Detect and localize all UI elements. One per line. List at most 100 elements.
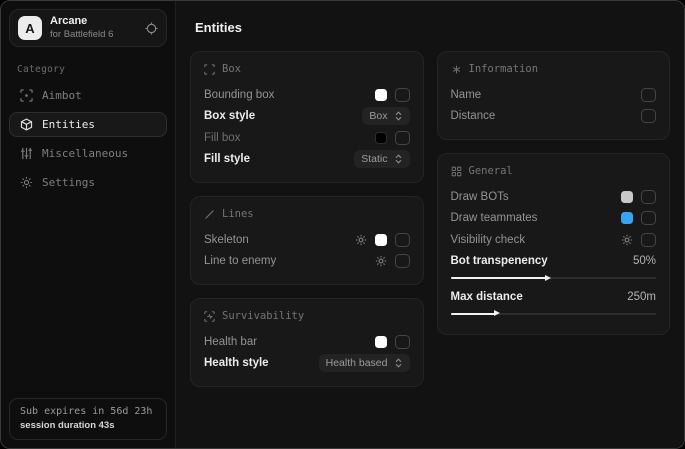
max-distance-value: 250m <box>627 291 656 303</box>
gear-icon <box>20 176 33 189</box>
box-style-label: Box style <box>204 110 255 122</box>
information-icon <box>451 64 462 75</box>
information-card: Information Name Distance <box>437 51 671 140</box>
sidebar-item-entities[interactable]: Entities <box>9 112 167 137</box>
sidebar-item-miscellaneous[interactable]: Miscellaneous <box>9 141 167 166</box>
draw-bots-row: Draw BOTs <box>451 186 657 208</box>
box-style-dropdown[interactable]: Box <box>362 107 409 125</box>
right-column: Information Name Distance <box>437 51 671 387</box>
fill-box-label: Fill box <box>204 132 240 144</box>
box-style-row: Box style Box <box>204 106 410 128</box>
section-title: General <box>469 165 513 177</box>
bounding-box-row: Bounding box <box>204 84 410 106</box>
skeleton-color-swatch[interactable] <box>375 234 387 246</box>
app-window: A Arcane for Battlefield 6 Category <box>0 0 685 449</box>
bounding-box-color-swatch[interactable] <box>375 89 387 101</box>
health-bar-row: Health bar <box>204 331 410 353</box>
chevron-up-down-icon <box>394 154 403 164</box>
line-to-enemy-row: Line to enemy <box>204 251 410 273</box>
chevron-up-down-icon <box>394 358 403 368</box>
brand-subtitle: for Battlefield 6 <box>50 29 113 41</box>
bounding-box-label: Bounding box <box>204 89 274 101</box>
general-card: General Draw BOTs Draw teammates <box>437 153 671 335</box>
sidebar-item-label: Settings <box>42 176 95 189</box>
left-column: Box Bounding box Box style Box <box>190 51 424 387</box>
sidebar: A Arcane for Battlefield 6 Category <box>1 1 176 448</box>
chevron-up-down-icon <box>394 111 403 121</box>
session-duration-text: session duration 43s <box>20 420 156 431</box>
name-label: Name <box>451 89 482 101</box>
main-content: Entities Box Bounding box <box>176 1 684 448</box>
health-style-dropdown[interactable]: Health based <box>319 354 410 372</box>
bot-transparency-label: Bot transpenency <box>451 255 548 267</box>
section-title: Box <box>222 63 241 75</box>
sub-expiry-text: Sub expires in 56d 23h <box>20 406 156 417</box>
draw-bots-label: Draw BOTs <box>451 191 509 203</box>
bot-transparency-slider[interactable] <box>451 277 657 279</box>
sidebar-item-label: Entities <box>42 118 95 131</box>
sidebar-item-label: Miscellaneous <box>42 147 128 160</box>
brand-logo: A <box>18 16 42 40</box>
survivability-card: Survivability Health bar Health style He… <box>190 298 424 387</box>
max-distance-row: Max distance 250m <box>451 286 657 308</box>
sidebar-item-aimbot[interactable]: Aimbot <box>9 83 167 108</box>
line-icon <box>204 209 215 220</box>
bot-transparency-row: Bot transpenency 50% <box>451 251 657 273</box>
box-icon <box>204 64 215 75</box>
draw-teammates-row: Draw teammates <box>451 208 657 230</box>
entities-icon <box>20 118 33 131</box>
max-distance-slider[interactable] <box>451 313 657 315</box>
health-bar-checkbox[interactable] <box>395 335 410 349</box>
visibility-check-label: Visibility check <box>451 234 526 246</box>
bot-transparency-value: 50% <box>633 255 656 267</box>
health-bar-label: Health bar <box>204 336 257 348</box>
skeleton-row: Skeleton <box>204 229 410 251</box>
line-to-enemy-settings-icon[interactable] <box>375 255 387 267</box>
draw-bots-checkbox[interactable] <box>641 190 656 204</box>
fill-style-row: Fill style Static <box>204 149 410 171</box>
visibility-check-checkbox[interactable] <box>641 233 656 247</box>
crosshair-icon[interactable] <box>145 22 158 35</box>
distance-row: Distance <box>451 106 657 128</box>
bounding-box-checkbox[interactable] <box>395 88 410 102</box>
sidebar-item-settings[interactable]: Settings <box>9 170 167 195</box>
aimbot-icon <box>20 89 33 102</box>
skeleton-settings-icon[interactable] <box>355 234 367 246</box>
section-title: Lines <box>222 208 254 220</box>
name-checkbox[interactable] <box>641 88 656 102</box>
distance-checkbox[interactable] <box>641 109 656 123</box>
draw-bots-color-swatch[interactable] <box>621 191 633 203</box>
visibility-check-row: Visibility check <box>451 229 657 251</box>
slider-fill <box>451 313 496 315</box>
line-to-enemy-label: Line to enemy <box>204 255 276 267</box>
visibility-check-settings-icon[interactable] <box>621 234 633 246</box>
slider-fill <box>451 277 548 279</box>
health-style-label: Health style <box>204 357 269 369</box>
survivability-icon <box>204 311 215 322</box>
subscription-info: Sub expires in 56d 23h session duration … <box>9 398 167 440</box>
draw-teammates-color-swatch[interactable] <box>621 212 633 224</box>
draw-teammates-checkbox[interactable] <box>641 211 656 225</box>
fill-style-label: Fill style <box>204 153 250 165</box>
brand-card: A Arcane for Battlefield 6 <box>9 9 167 47</box>
name-row: Name <box>451 84 657 106</box>
skeleton-checkbox[interactable] <box>395 233 410 247</box>
section-title: Information <box>469 63 539 75</box>
distance-label: Distance <box>451 110 496 122</box>
fill-box-row: Fill box <box>204 127 410 149</box>
skeleton-label: Skeleton <box>204 234 249 246</box>
health-bar-color-swatch[interactable] <box>375 336 387 348</box>
max-distance-label: Max distance <box>451 291 523 303</box>
sliders-icon <box>20 147 33 160</box>
sidebar-item-label: Aimbot <box>42 89 82 102</box>
brand-name: Arcane <box>50 15 113 29</box>
fill-box-checkbox[interactable] <box>395 131 410 145</box>
sidebar-nav: Aimbot Entities Miscellaneous <box>9 83 167 195</box>
page-title: Entities <box>195 20 670 35</box>
box-card: Box Bounding box Box style Box <box>190 51 424 183</box>
fill-style-dropdown[interactable]: Static <box>354 150 409 168</box>
section-title: Survivability <box>222 310 304 322</box>
line-to-enemy-checkbox[interactable] <box>395 254 410 268</box>
draw-teammates-label: Draw teammates <box>451 212 538 224</box>
fill-box-color-swatch[interactable] <box>375 132 387 144</box>
